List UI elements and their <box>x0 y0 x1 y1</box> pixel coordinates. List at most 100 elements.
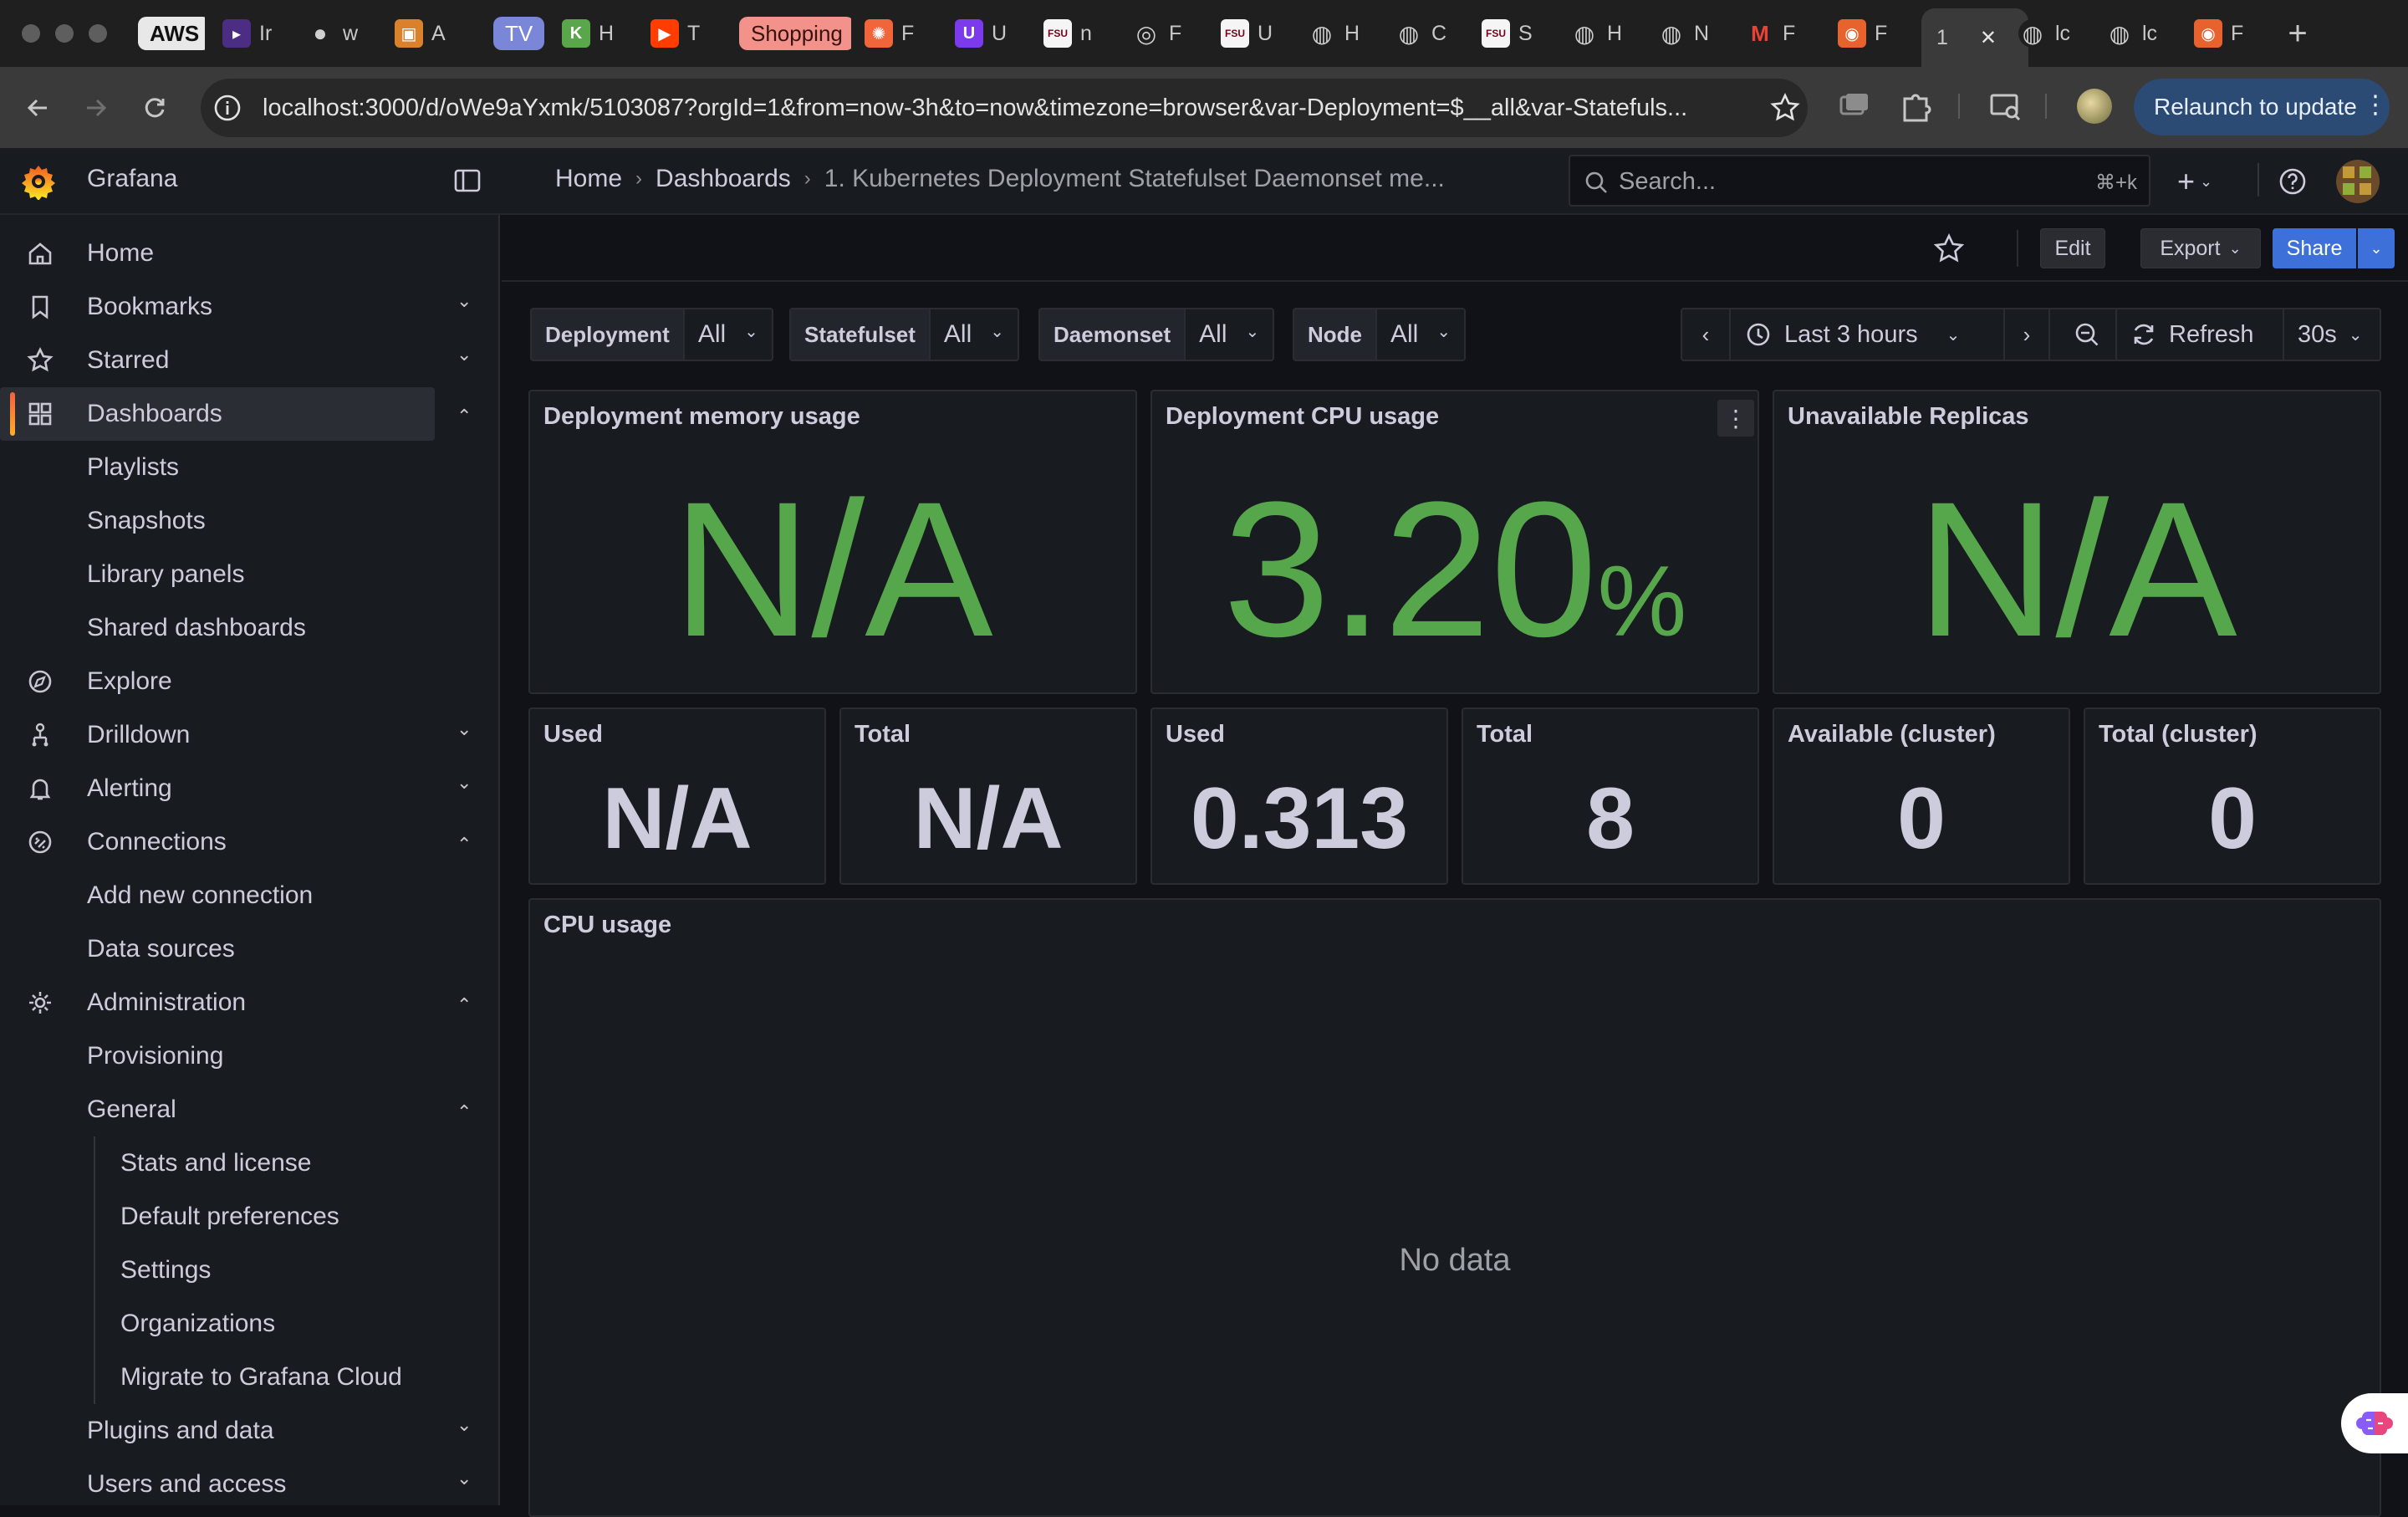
bookmark-star-icon[interactable] <box>1769 92 1801 124</box>
sidebar-item-plugins-and-data[interactable]: Plugins and data ⌄ <box>0 1404 498 1458</box>
browser-tab[interactable]: ◉ F <box>1838 12 1910 55</box>
sidebar-item-stats-and-license[interactable]: Stats and license <box>0 1136 498 1190</box>
forward-button[interactable] <box>75 87 117 129</box>
browser-tab[interactable]: FSU S <box>1482 12 1553 55</box>
sidebar-item-provisioning[interactable]: Provisioning <box>0 1029 498 1083</box>
panel-memory-total[interactable]: Total N/A <box>839 707 1137 885</box>
browser-tab[interactable]: ◍ N <box>1657 12 1729 55</box>
back-button[interactable] <box>17 87 59 129</box>
browser-tab[interactable]: UU <box>955 12 1027 55</box>
browser-tab[interactable]: ▸ Ir <box>222 12 293 55</box>
panel-cpu-usage[interactable]: CPU usage No data <box>528 898 2381 1517</box>
sidebar-item-migrate-to-grafana-cloud[interactable]: Migrate to Grafana Cloud <box>0 1351 498 1404</box>
panel-cpu-total[interactable]: Total 8 <box>1462 707 1759 885</box>
share-dropdown-button[interactable]: ⌄ <box>2358 228 2395 268</box>
zoom-out-button[interactable] <box>2050 309 2124 360</box>
window-minimize-button[interactable] <box>55 24 74 43</box>
reload-button[interactable] <box>134 87 176 129</box>
sidebar-item-starred[interactable]: Starred ⌄ <box>0 334 498 387</box>
window-close-button[interactable] <box>22 24 40 43</box>
browser-tab[interactable]: ● w <box>306 12 380 55</box>
sidebar-item-organizations[interactable]: Organizations <box>0 1297 498 1351</box>
sidebar-item-alerting[interactable]: Alerting ⌄ <box>0 762 498 815</box>
close-tab-icon[interactable]: ✕ <box>1980 26 1997 50</box>
browser-tab[interactable]: ▶ T <box>650 12 722 55</box>
lens-icon[interactable] <box>1987 87 2023 124</box>
chevron-up-icon[interactable]: ⌃ <box>457 406 472 427</box>
variable-select[interactable]: All ⌄ <box>1186 309 1273 360</box>
browser-tab[interactable]: ◍ lc <box>2018 12 2090 55</box>
sidebar-item-shared-dashboards[interactable]: Shared dashboards <box>0 601 498 655</box>
sidebar-item-dashboards[interactable]: Dashboards ⌃ <box>0 387 472 441</box>
browser-tab[interactable]: FSU n <box>1043 12 1115 55</box>
breadcrumb-dashboards[interactable]: Dashboards <box>656 165 791 193</box>
panel-cpu-used[interactable]: Used 0.313 <box>1150 707 1448 885</box>
browser-tab[interactable]: ◍ C <box>1395 12 1467 55</box>
add-new-button[interactable]: + ⌄ <box>2177 163 2227 200</box>
panel-available-cluster[interactable]: Available (cluster) 0 <box>1773 707 2070 885</box>
sidebar-item-general[interactable]: General ⌃ <box>0 1083 498 1136</box>
sidebar-item-drilldown[interactable]: Drilldown ⌄ <box>0 708 498 762</box>
sidebar-item-bookmarks[interactable]: Bookmarks ⌄ <box>0 280 498 334</box>
sidebar-item-explore[interactable]: Explore <box>0 655 498 708</box>
panel-memory-used[interactable]: Used N/A <box>528 707 826 885</box>
sidebar-item-home[interactable]: Home <box>0 227 498 280</box>
chevron-down-icon[interactable]: ⌄ <box>457 1414 472 1436</box>
profile-avatar[interactable] <box>2077 89 2112 124</box>
browser-tab[interactable]: ◍ lc <box>2105 12 2177 55</box>
tab-search-icon[interactable] <box>1836 87 1873 124</box>
relaunch-button[interactable]: Relaunch to update ⋮ <box>2134 79 2390 135</box>
panel-deployment-memory[interactable]: Deployment memory usage N/A <box>528 390 1137 694</box>
dock-menu-icon[interactable] <box>452 165 483 197</box>
mark-favorite-button[interactable] <box>1931 232 1967 267</box>
browser-tab[interactable]: KH <box>562 12 634 55</box>
variable-select[interactable]: All ⌄ <box>931 309 1018 360</box>
variable-select[interactable]: All ⌄ <box>1377 309 1464 360</box>
panel-unavailable-replicas[interactable]: Unavailable Replicas N/A <box>1773 390 2381 694</box>
chevron-up-icon[interactable]: ⌃ <box>457 834 472 856</box>
breadcrumb-home[interactable]: Home <box>555 165 622 193</box>
chevron-up-icon[interactable]: ⌃ <box>457 994 472 1016</box>
chevron-up-icon[interactable]: ⌃ <box>457 1101 472 1123</box>
sidebar-item-connections[interactable]: Connections ⌃ <box>0 815 498 869</box>
browser-tab[interactable]: MF <box>1746 12 1818 55</box>
time-back-button[interactable]: ‹ <box>1682 309 1731 360</box>
extensions-icon[interactable] <box>1898 87 1935 124</box>
sidebar-item-playlists[interactable]: Playlists <box>0 441 498 494</box>
user-avatar[interactable] <box>2336 160 2380 203</box>
browser-tab[interactable]: AWS <box>138 12 205 55</box>
address-bar[interactable]: localhost:3000/d/oWe9aYxmk/5103087?orgId… <box>201 79 1808 137</box>
browser-tab[interactable]: ✺ F <box>865 12 936 55</box>
new-tab-button[interactable]: + <box>2279 15 2316 52</box>
assistant-button[interactable] <box>2341 1393 2408 1453</box>
chevron-down-icon[interactable]: ⌄ <box>457 290 472 312</box>
refresh-button[interactable]: Refresh <box>2117 309 2284 360</box>
edit-button[interactable]: Edit <box>2040 228 2105 268</box>
panel-total-cluster[interactable]: Total (cluster) 0 <box>2084 707 2381 885</box>
browser-tab[interactable]: ▣ A <box>395 12 467 55</box>
browser-tab[interactable]: Shopping <box>739 12 851 55</box>
panel-deployment-cpu[interactable]: Deployment CPU usage ⋮ 3.20% <box>1150 390 1759 694</box>
browser-tab[interactable]: ◎ F <box>1132 12 1204 55</box>
refresh-interval-select[interactable]: 30s ⌄ <box>2284 309 2380 360</box>
export-button[interactable]: Export ⌄ <box>2140 228 2261 268</box>
search-input[interactable]: Search... ⌘+k <box>1569 155 2150 207</box>
browser-tab[interactable]: ◉ F <box>2194 12 2266 55</box>
share-button[interactable]: Share <box>2273 228 2356 268</box>
sidebar-item-users-and-access[interactable]: Users and access ⌄ <box>0 1458 498 1505</box>
browser-tab[interactable]: ◍ H <box>1308 12 1380 55</box>
time-range-button[interactable]: Last 3 hours ⌄ <box>1731 309 2003 360</box>
chevron-down-icon[interactable]: ⌄ <box>457 344 472 365</box>
chevron-down-icon[interactable]: ⌄ <box>457 1468 472 1489</box>
sidebar-item-data-sources[interactable]: Data sources <box>0 922 498 976</box>
browser-tab[interactable]: ◍ H <box>1570 12 1642 55</box>
variable-select[interactable]: All ⌄ <box>685 309 772 360</box>
sidebar-item-administration[interactable]: Administration ⌃ <box>0 976 498 1029</box>
sidebar-item-settings[interactable]: Settings <box>0 1244 498 1297</box>
sidebar-item-library-panels[interactable]: Library panels <box>0 548 498 601</box>
help-icon[interactable] <box>2278 166 2308 197</box>
browser-tab[interactable]: FSU U <box>1221 12 1293 55</box>
chevron-down-icon[interactable]: ⌄ <box>457 772 472 794</box>
browser-tab[interactable]: 1 ✕ <box>1921 8 2028 67</box>
window-zoom-button[interactable] <box>89 24 107 43</box>
